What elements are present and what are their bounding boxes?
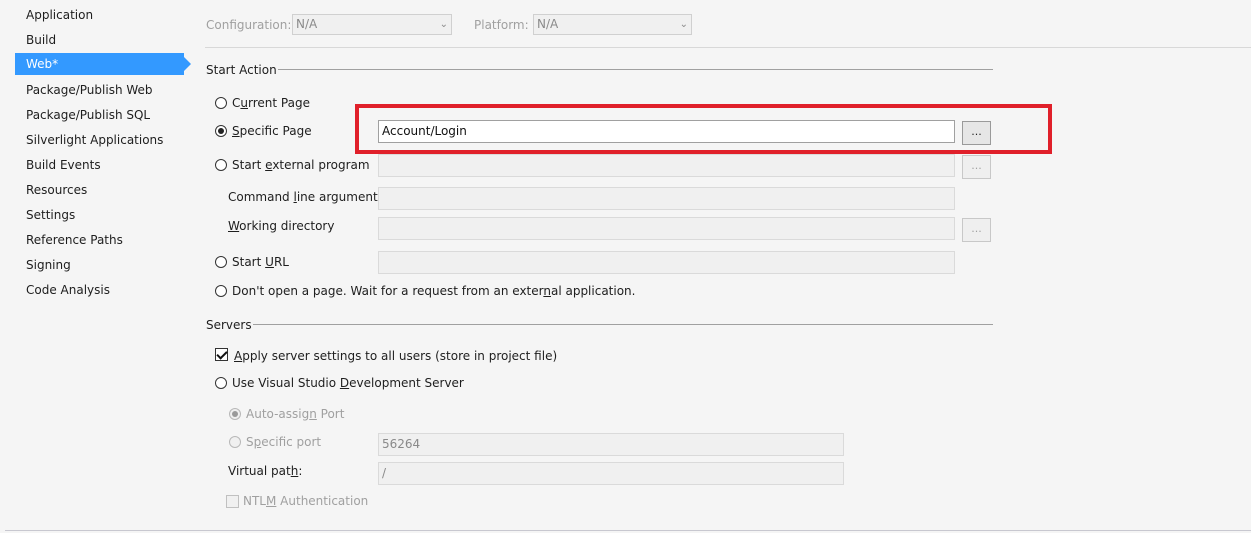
sidebar-item-application[interactable]: Application xyxy=(15,4,184,26)
auto-assign-port-label[interactable]: Auto-assign Port xyxy=(246,406,344,422)
sidebar-item-build[interactable]: Build xyxy=(15,29,184,51)
apply-server-settings-checkbox[interactable] xyxy=(215,348,228,361)
virtual-path-input[interactable]: / xyxy=(378,462,844,485)
working-directory-browse-button[interactable]: ... xyxy=(962,218,991,242)
start-url-input[interactable] xyxy=(378,251,955,274)
external-program-input[interactable] xyxy=(378,154,955,177)
sidebar-item-silverlight-applications[interactable]: Silverlight Applications xyxy=(15,129,184,151)
auto-assign-port-radio[interactable] xyxy=(229,408,241,420)
bottom-border xyxy=(5,530,1251,531)
configuration-label: Configuration: xyxy=(206,18,292,32)
apply-server-settings-label[interactable]: Apply server settings to all users (stor… xyxy=(234,348,557,364)
platform-value: N/A xyxy=(537,17,559,31)
chevron-down-icon: ⌄ xyxy=(679,19,688,30)
specific-port-label[interactable]: Specific port xyxy=(246,434,321,450)
sidebar-item-reference-paths[interactable]: Reference Paths xyxy=(15,229,184,251)
external-program-browse-button[interactable]: ... xyxy=(962,155,991,179)
dont-open-page-label[interactable]: Don't open a page. Wait for a request fr… xyxy=(232,283,635,299)
toolbar-divider xyxy=(205,47,1251,48)
ntlm-authentication-checkbox[interactable] xyxy=(226,495,239,508)
platform-label: Platform: xyxy=(474,18,529,32)
specific-page-input[interactable]: Account/Login xyxy=(378,120,955,143)
start-url-radio[interactable] xyxy=(215,256,227,268)
chevron-down-icon: ⌄ xyxy=(439,19,448,30)
vs-development-server-radio[interactable] xyxy=(215,377,227,389)
vs-development-server-label[interactable]: Use Visual Studio Development Server xyxy=(232,375,464,391)
sidebar-item-build-events[interactable]: Build Events xyxy=(15,154,184,176)
specific-page-browse-button[interactable]: ... xyxy=(962,121,991,145)
specific-port-input[interactable]: 56264 xyxy=(378,433,844,456)
virtual-path-label: Virtual path: xyxy=(228,464,303,478)
ntlm-authentication-label[interactable]: NTLM Authentication xyxy=(243,493,368,509)
start-external-program-radio[interactable] xyxy=(215,159,227,171)
servers-divider xyxy=(253,324,993,325)
specific-page-label[interactable]: Specific Page xyxy=(232,123,312,139)
start-action-divider xyxy=(278,69,993,70)
command-line-arguments-label: Command line arguments xyxy=(228,190,384,204)
current-page-radio[interactable] xyxy=(215,97,227,109)
configuration-select[interactable]: N/A ⌄ xyxy=(292,14,452,35)
sidebar-item-code-analysis[interactable]: Code Analysis xyxy=(15,279,184,301)
platform-select[interactable]: N/A ⌄ xyxy=(533,14,692,35)
sidebar-item-settings[interactable]: Settings xyxy=(15,204,184,226)
dont-open-page-radio[interactable] xyxy=(215,285,227,297)
specific-page-radio[interactable] xyxy=(215,125,227,137)
sidebar-item-resources[interactable]: Resources xyxy=(15,179,184,201)
command-line-arguments-input[interactable] xyxy=(378,187,955,210)
specific-port-radio[interactable] xyxy=(229,436,241,448)
configuration-value: N/A xyxy=(296,17,318,31)
start-url-label[interactable]: Start URL xyxy=(232,254,289,270)
working-directory-input[interactable] xyxy=(378,217,955,240)
start-action-heading: Start Action xyxy=(206,63,277,77)
property-pages-sidebar: Application Build Web* Package/Publish W… xyxy=(0,0,195,533)
sidebar-item-signing[interactable]: Signing xyxy=(15,254,184,276)
current-page-label[interactable]: Current Page xyxy=(232,95,310,111)
servers-heading: Servers xyxy=(206,318,252,332)
sidebar-item-web[interactable]: Web* xyxy=(15,53,191,75)
start-external-program-label[interactable]: Start external program xyxy=(232,157,370,173)
sidebar-item-package-publish-sql[interactable]: Package/Publish SQL xyxy=(15,104,184,126)
sidebar-item-package-publish-web[interactable]: Package/Publish Web xyxy=(15,79,184,101)
working-directory-label: Working directory xyxy=(228,219,335,233)
